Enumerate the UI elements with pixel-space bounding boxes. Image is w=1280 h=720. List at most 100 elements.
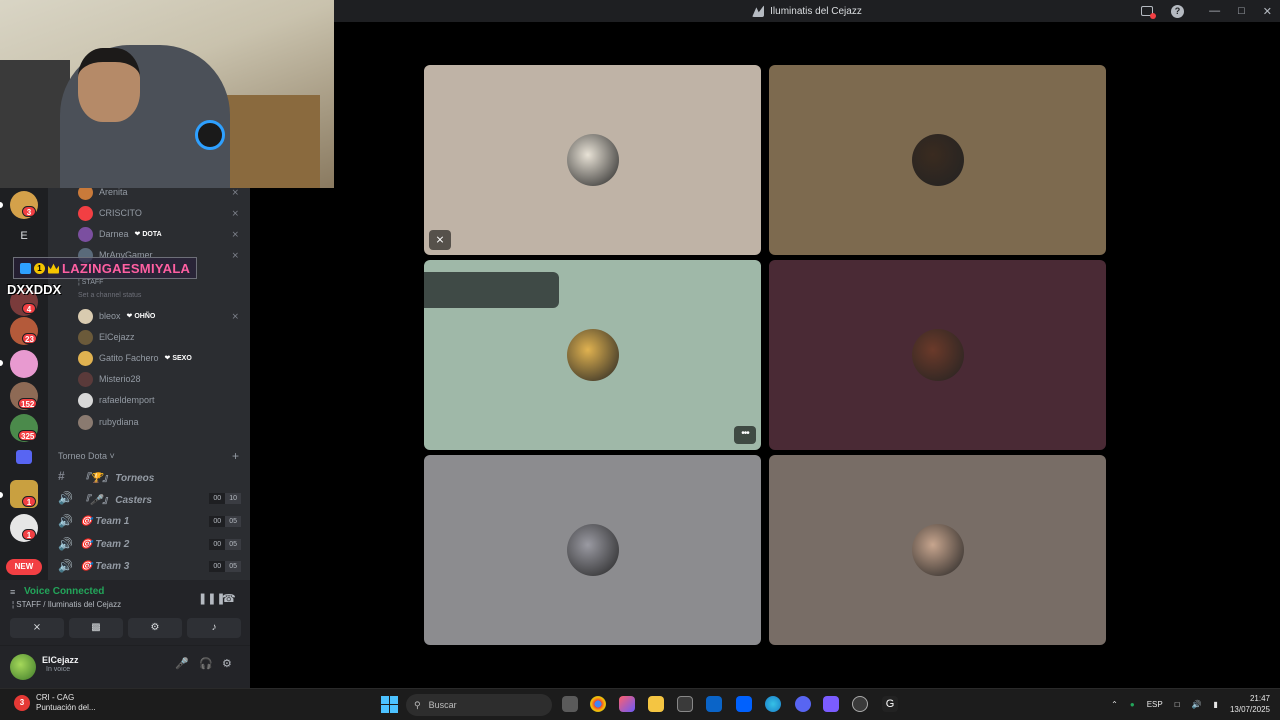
channel-item[interactable]: 🔊 🎯 Team 2 00 05	[58, 534, 243, 554]
participant-tile[interactable]	[769, 65, 1106, 255]
channel-item[interactable]: 🔊 🎯 Team 3 00 05	[58, 556, 243, 576]
microphone-icon[interactable]: ●	[1130, 700, 1135, 709]
inbox-icon[interactable]	[1141, 6, 1156, 19]
window-title: Iluminatis del Cejazz	[752, 5, 862, 17]
channel-name: 『🏆』 Torneos	[80, 472, 155, 484]
user-count: 00	[209, 538, 226, 550]
voice-member[interactable]: rafaeldemport	[78, 390, 243, 410]
user-max: 05	[225, 515, 241, 527]
outlook-icon[interactable]	[706, 696, 722, 712]
member-avatar	[78, 308, 93, 324]
more-options-icon[interactable]: •••	[734, 426, 756, 444]
battery-icon[interactable]: ▮	[1214, 700, 1218, 709]
server-icon[interactable]	[10, 350, 38, 378]
mention-badge: 152	[18, 398, 38, 409]
soundboard-button[interactable]: ♪	[187, 618, 241, 638]
discord-icon[interactable]	[795, 696, 811, 712]
voice-member[interactable]: CRISCITO ⨯	[78, 203, 243, 223]
activity-button[interactable]: ⚙	[128, 618, 182, 638]
channel-list: Arenita ⨯ CRISCITO ⨯ Darnea ❤ DOTA ⨯ MrA…	[48, 184, 250, 580]
voice-connected-label[interactable]: Voice Connected	[24, 586, 104, 597]
folder-icon[interactable]	[16, 450, 32, 464]
new-badge[interactable]: NEW	[6, 559, 42, 575]
voice-member[interactable]: Gatito Fachero ❤ SEXO	[78, 348, 243, 368]
chrome-icon[interactable]	[590, 696, 606, 712]
user-limit: 00 05	[209, 538, 241, 550]
voice-location[interactable]: ¦ STAFF / Iluminatis del Cejazz	[12, 600, 121, 609]
user-limit: 00 05	[209, 515, 241, 527]
voice-member[interactable]: bleox ❤ OHÑO ⨯	[78, 306, 243, 326]
minimize-button[interactable]: —	[1209, 5, 1220, 17]
crown-icon	[48, 263, 59, 274]
maximize-button[interactable]: □	[1238, 5, 1245, 17]
muted-icon: ⨯	[231, 249, 239, 260]
muted-icon: ⨯	[231, 186, 239, 197]
unread-pill	[0, 202, 3, 208]
add-channel-icon[interactable]: +	[232, 449, 239, 463]
channel-status[interactable]: Set a channel status	[78, 292, 141, 299]
voice-channel-icon: 🔊	[58, 559, 73, 573]
copilot-icon[interactable]	[619, 696, 635, 712]
voice-member[interactable]: ElCejazz	[78, 327, 243, 347]
app-icon[interactable]	[852, 696, 868, 712]
participant-avatar	[566, 329, 619, 381]
voice-channel-icon: 🔊	[58, 537, 73, 551]
user-max: 05	[225, 560, 241, 572]
windows-start-button[interactable]	[381, 696, 398, 713]
screen-share-button[interactable]: ▩	[69, 618, 123, 638]
help-icon[interactable]: ?	[1171, 4, 1184, 18]
camera-button[interactable]: ⨯	[10, 618, 64, 638]
participant-tile[interactable]: •••	[424, 260, 761, 450]
user-name[interactable]: ElCejazz	[42, 655, 79, 665]
participant-tile[interactable]	[424, 455, 761, 645]
app-icon[interactable]: G	[882, 696, 898, 712]
disconnect-icon[interactable]: ☎	[222, 592, 236, 605]
news-widget[interactable]: 3 CRI - CAG Puntuación del...	[14, 693, 96, 713]
mention-badge: 325	[18, 430, 38, 441]
microphone-icon[interactable]: 🎤	[175, 657, 189, 670]
member-tag: ❤ OHÑO	[126, 313, 156, 320]
participant-tile[interactable]	[769, 260, 1106, 450]
voice-channel-icon: 🔊	[58, 491, 73, 505]
muted-icon: ⨯	[231, 310, 239, 321]
user-avatar[interactable]	[10, 654, 36, 680]
store-icon[interactable]	[677, 696, 693, 712]
voice-member[interactable]: Misterio28	[78, 369, 243, 389]
channel-item[interactable]: 🔊 🎯 Team 1 00 05	[58, 511, 243, 531]
category-header[interactable]: Torneo Dota ˅ +	[58, 449, 243, 463]
chevron-up-icon[interactable]: ⌃	[1111, 700, 1118, 709]
voice-member[interactable]: Darnea ❤ DOTA ⨯	[78, 224, 243, 244]
muted-icon: ⨯	[231, 228, 239, 239]
member-name: rubydiana	[99, 417, 139, 427]
task-view-icon[interactable]	[562, 696, 578, 712]
network-icon[interactable]: □	[1175, 700, 1180, 709]
search-placeholder: Buscar	[428, 700, 457, 710]
member-name: CRISCITO	[99, 208, 142, 218]
participant-avatar	[911, 134, 964, 186]
edge-icon[interactable]	[765, 696, 781, 712]
dropbox-icon[interactable]	[736, 696, 752, 712]
clock-time: 21:47	[1249, 694, 1270, 703]
channel-item[interactable]: # 『🏆』 Torneos	[58, 466, 243, 486]
participant-tile[interactable]: ⨯	[424, 65, 761, 255]
language-indicator[interactable]: ESP	[1147, 700, 1163, 709]
channel-item[interactable]: 🔊 『🎤』 Casters 00 10	[58, 488, 243, 508]
staff-voice-channel[interactable]: ¦ STAFF	[78, 279, 103, 286]
taskbar-search[interactable]: ⚲ Buscar	[406, 694, 552, 716]
headphones-icon[interactable]: 🎧	[199, 657, 213, 670]
webcam-desk	[215, 95, 320, 188]
file-explorer-icon[interactable]	[648, 696, 664, 712]
app-icon[interactable]	[823, 696, 839, 712]
mention-badge: 3	[22, 206, 36, 217]
clock[interactable]: 21:47 13/07/2025	[1230, 693, 1270, 715]
settings-gear-icon[interactable]: ⚙	[222, 657, 232, 670]
server-icon-letter[interactable]: E	[10, 222, 38, 250]
close-button[interactable]: ✕	[1263, 5, 1272, 18]
server-list: 3 E 4 23 152 325 1 1 NEW	[0, 188, 48, 580]
participant-tile[interactable]	[769, 455, 1106, 645]
volume-icon[interactable]: 🔊	[1192, 700, 1202, 709]
participant-avatar	[566, 524, 619, 576]
channel-name: 『🎤』 Casters	[80, 494, 152, 506]
voice-member[interactable]: rubydiana	[78, 412, 243, 432]
member-avatar	[78, 350, 93, 366]
